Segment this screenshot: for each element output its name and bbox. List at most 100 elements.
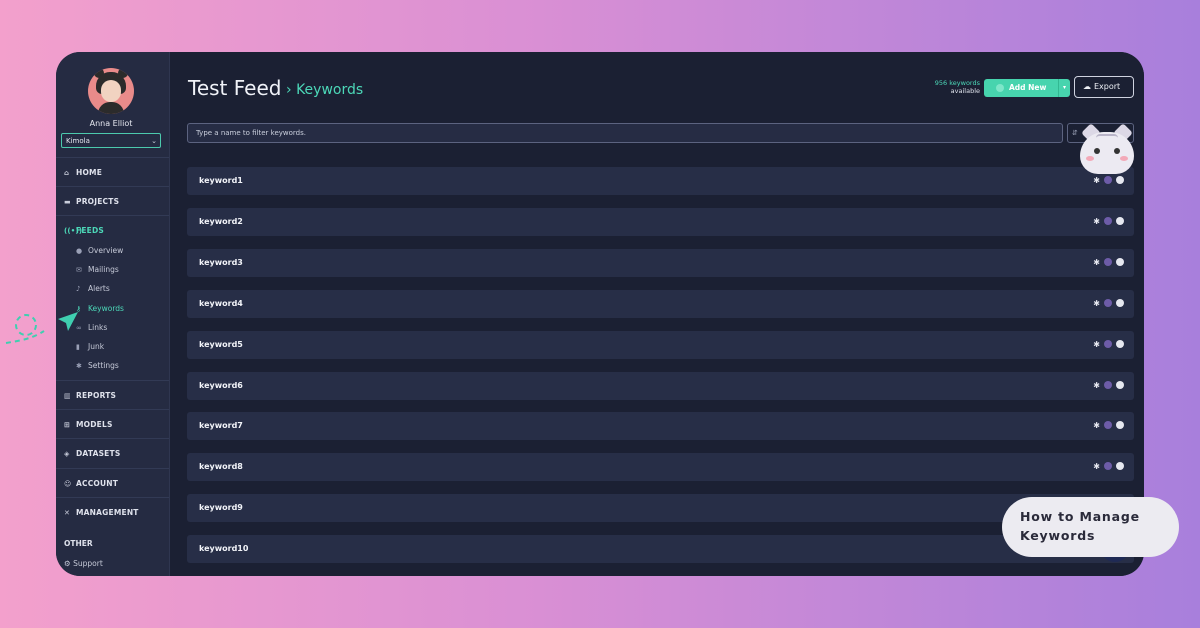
gear-icon[interactable]: ✱ [1093,462,1100,471]
row-actions: ✱ [1093,216,1124,226]
gear-icon[interactable]: ✱ [1093,176,1100,185]
keyword-row[interactable]: keyword6 ✱ [187,371,1134,400]
export-button[interactable]: ☁ Export [1074,76,1134,98]
nav-feeds[interactable]: ((•))FEEDS [56,215,169,244]
mail-icon: ✉ [76,266,82,274]
status-dot-icon[interactable] [1104,462,1112,471]
remove-icon[interactable] [1116,176,1124,184]
nav-datasets[interactable]: ◈ DATASETS [56,438,169,467]
status-dot-icon[interactable] [1104,339,1112,348]
nav-reports[interactable]: ▥ REPORTS [56,380,169,409]
bell-icon: ♪ [76,285,81,293]
keyword-row[interactable]: keyword1 ✱ [187,167,1134,195]
keyword-row[interactable]: keyword3 ✱ [187,248,1134,277]
bar-chart-icon: ▥ [64,392,71,400]
keyword-label: keyword6 [199,380,243,390]
app-window: Anna Elliot Kimola ⌄ ⌂ HOME ▬ PROJECTS ((•… [56,52,1144,576]
row-actions: ✱ [1093,257,1124,267]
home-icon: ⌂ [64,169,70,177]
plus-icon [996,84,1004,92]
row-actions: ✱ [1093,298,1124,308]
sidebar-item-settings[interactable]: ✱ Settings [76,359,119,373]
keyword-label: keyword7 [199,421,243,431]
layers-icon: ◈ [64,450,70,458]
remove-icon[interactable] [1116,380,1124,389]
nav-projects[interactable]: ▬ PROJECTS [56,186,169,215]
nav-account[interactable]: ☺ ACCOUNT [56,468,169,497]
remove-icon[interactable] [1116,339,1124,348]
nav-support[interactable]: ⚙ Support [64,559,103,568]
folder-icon: ▬ [64,198,71,206]
sidebar-item-alerts[interactable]: ♪ Alerts [76,282,110,296]
support-icon: ⚙ [64,559,74,568]
chat-icon: ● [76,247,83,255]
grid-icon: ⊞ [64,421,71,429]
main-panel: Test Feed › Keywords 956 keywords availa… [170,52,1144,576]
avatar[interactable] [88,68,134,114]
chevron-down-icon: ⌄ [151,137,157,145]
workspace-select[interactable]: Kimola ⌄ [61,133,161,148]
keyword-label: keyword3 [199,257,243,267]
keyword-label: keyword4 [199,298,243,308]
gear-icon: ✱ [76,362,82,370]
remove-icon[interactable] [1116,462,1124,471]
keyword-row[interactable]: keyword8 ✱ [187,453,1134,482]
keyword-label: keyword1 [199,176,243,185]
keyword-label: keyword2 [199,216,243,226]
nav-home[interactable]: ⌂ HOME [56,157,169,186]
status-dot-icon[interactable] [1104,298,1112,307]
gear-icon[interactable]: ✱ [1093,258,1100,267]
gear-icon[interactable]: ✱ [1093,381,1100,390]
gear-icon[interactable]: ✱ [1093,421,1100,430]
keyword-label: keyword5 [199,339,243,349]
cloud-download-icon: ☁ [1083,82,1091,91]
cat-sticker-icon [1078,123,1136,174]
row-actions: ✱ [1093,339,1124,349]
other-heading: OTHER [64,539,93,548]
breadcrumb[interactable]: › Keywords [286,82,363,98]
sidebar-item-overview[interactable]: ● Overview [76,244,123,258]
row-actions: ✱ [1093,421,1124,430]
broadcast-icon: ((•)) [64,227,83,235]
keyword-row[interactable]: keyword10 [187,535,1134,564]
remove-icon[interactable] [1116,257,1124,266]
status-dot-icon[interactable] [1104,176,1112,184]
keyword-label: keyword10 [199,544,249,554]
status-dot-icon[interactable] [1104,216,1112,225]
nav-models[interactable]: ⊞ MODELS [56,409,169,438]
keyword-row[interactable]: keyword4 ✱ [187,289,1134,318]
row-actions: ✱ [1093,176,1124,185]
gear-icon[interactable]: ✱ [1093,340,1100,349]
chevron-right-icon: › [286,82,297,98]
sort-icon: ⇵ [1072,129,1078,137]
sidebar-item-mailings[interactable]: ✉ Mailings [76,263,119,277]
row-actions: ✱ [1093,462,1124,471]
keyword-row[interactable]: keyword9 [187,494,1134,523]
title-bubble: How to Manage Keywords [1002,497,1179,557]
status-dot-icon[interactable] [1104,257,1112,266]
keyword-filter-input[interactable]: Type a name to filter keywords. [187,123,1063,143]
keyword-row[interactable]: keyword7 ✱ [187,412,1134,441]
remove-icon[interactable] [1116,421,1124,430]
status-dot-icon[interactable] [1104,421,1112,430]
remove-icon[interactable] [1116,298,1124,307]
keyword-count: 956 keywords available [934,79,980,95]
row-actions: ✱ [1093,380,1124,390]
add-new-button[interactable]: Add New ▾ [984,79,1070,97]
status-dot-icon[interactable] [1104,380,1112,389]
tools-icon: ✕ [64,509,71,517]
user-name: Anna Elliot [89,119,133,128]
arrow-doodle-icon [5,312,78,344]
user-gear-icon: ☺ [64,480,72,488]
keyword-label: keyword9 [199,503,243,513]
gear-icon[interactable]: ✱ [1093,299,1100,308]
page-title: Test Feed [188,76,282,100]
remove-icon[interactable] [1116,216,1124,225]
workspace-value: Kimola [66,137,90,145]
keyword-row[interactable]: keyword5 ✱ [187,330,1134,359]
dropdown-caret-icon[interactable]: ▾ [1058,79,1070,97]
keyword-row[interactable]: keyword2 ✱ [187,207,1134,236]
gear-icon[interactable]: ✱ [1093,217,1100,226]
nav-management[interactable]: ✕ MANAGEMENT [56,497,169,526]
keyword-label: keyword8 [199,462,243,472]
